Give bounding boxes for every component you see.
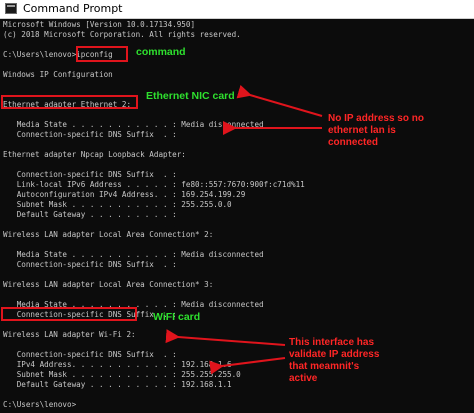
window-title: Command Prompt <box>23 2 123 15</box>
ethernet-nic-note: Ethernet NIC card <box>146 90 235 102</box>
console-line: C:\Users\lenovo> <box>3 400 77 409</box>
console-line: Wireless LAN adapter Local Area Connecti… <box>3 280 214 289</box>
ethernet-adapter-highlight-box <box>1 95 138 109</box>
console-line: Connection-specific DNS Suffix . : <box>3 260 177 269</box>
console-line: Connection-specific DNS Suffix . : <box>3 130 177 139</box>
title-bar: Command Prompt <box>0 0 474 19</box>
valid-ip-note-line: This interface has <box>289 337 375 348</box>
console-line: (c) 2018 Microsoft Corporation. All righ… <box>3 30 241 39</box>
valid-ip-note-line: validate IP address <box>289 349 380 360</box>
wifi-adapter-highlight-box <box>1 307 137 321</box>
no-ip-note-line: ethernet lan is <box>328 125 396 136</box>
console-line: Default Gateway . . . . . . . . . : <box>3 210 177 219</box>
console-line: Wireless LAN adapter Local Area Connecti… <box>3 230 214 239</box>
valid-ip-note-line: active <box>289 373 318 384</box>
console-line: Ethernet adapter Npcap Loopback Adapter: <box>3 150 186 159</box>
console-line: Wireless LAN adapter Wi-Fi 2: <box>3 330 136 339</box>
console-line: Windows IP Configuration <box>3 70 113 79</box>
no-ip-note-line: connected <box>328 137 379 148</box>
valid-ip-note-line: that meamnit's <box>289 361 360 372</box>
wifi-note: WiFI card <box>153 311 201 323</box>
cmd-icon <box>5 3 17 14</box>
console-line: Default Gateway . . . . . . . . . : 192.… <box>3 380 232 389</box>
console-output[interactable]: Microsoft Windows [Version 10.0.17134.95… <box>3 19 471 411</box>
ipconfig-highlight-box <box>76 46 128 62</box>
no-ip-note-line: No IP address so no <box>328 113 424 124</box>
command-note: command <box>136 46 186 58</box>
